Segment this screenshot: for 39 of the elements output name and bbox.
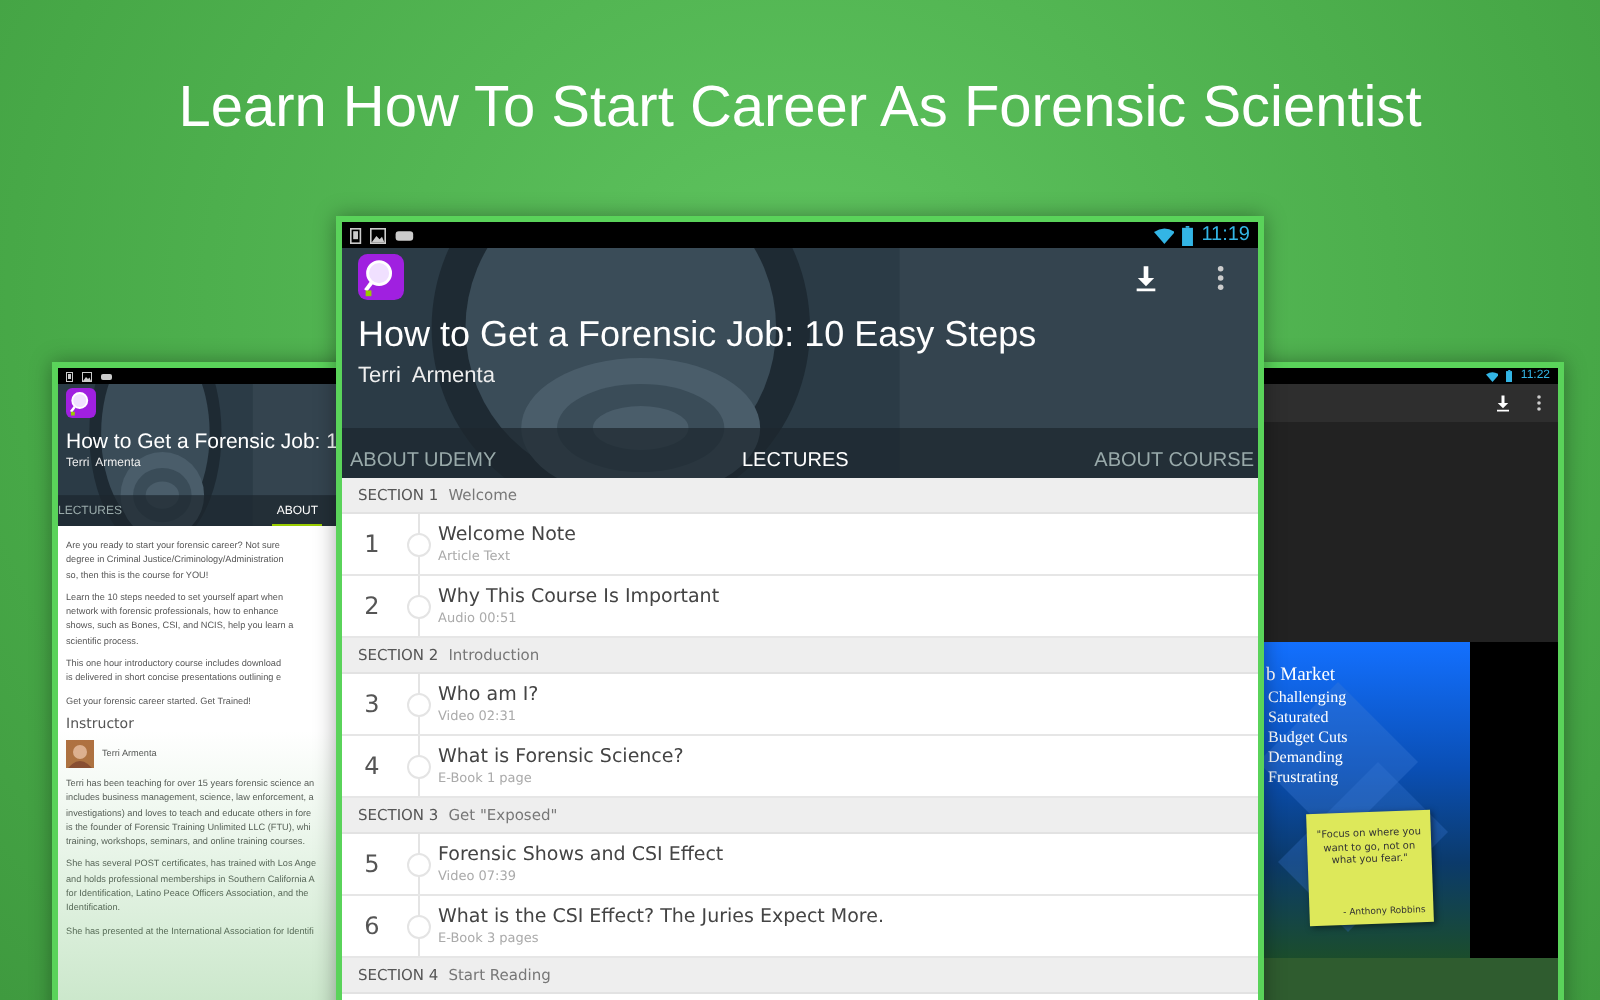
lecture-title: Welcome Note xyxy=(438,524,576,546)
slide-bullet: Saturated xyxy=(1268,708,1331,726)
timeline-node-icon xyxy=(406,754,432,780)
phone-icon xyxy=(350,227,362,243)
lecture-title: What is the CSI Effect? The Juries Expect More. xyxy=(438,906,884,928)
lecture-number: 3 xyxy=(362,690,382,718)
slide-bullet: Frustrating xyxy=(1268,768,1341,786)
lecture-title: What is Forensic Science? xyxy=(438,746,684,768)
slide-heading: b Market xyxy=(1266,666,1338,686)
status-time: 11:19 xyxy=(1201,224,1250,246)
timeline-node-icon xyxy=(406,852,432,878)
phone-icon xyxy=(66,371,73,381)
timeline-node-icon xyxy=(406,532,432,558)
app-icon xyxy=(66,388,96,418)
lecture-number: 2 xyxy=(362,592,382,620)
more-icon[interactable] xyxy=(1536,394,1542,412)
slide-bullet: Budget Cuts xyxy=(1268,728,1350,746)
timeline-node-icon xyxy=(406,692,432,718)
image-icon xyxy=(369,227,386,243)
lecture-title: Forensic Shows and CSI Effect xyxy=(438,844,724,866)
timeline-node-icon xyxy=(406,594,432,620)
wifi-icon xyxy=(1153,227,1175,243)
headline: Learn How To Start Career As Forensic Scientist xyxy=(176,76,1424,142)
lecture-number: 1 xyxy=(362,530,382,558)
lecture-title: Who am I? xyxy=(438,684,539,706)
image-icon xyxy=(81,371,91,381)
course-title: How to Get a Forensic Job: 1 xyxy=(66,430,340,454)
lecture-number: 4 xyxy=(362,752,382,780)
avatar xyxy=(66,739,94,768)
timeline-node-icon xyxy=(406,914,432,940)
lecture-number: 6 xyxy=(362,912,382,940)
download-icon[interactable] xyxy=(1494,394,1512,412)
slide-bullet: Demanding xyxy=(1268,748,1345,766)
battery-icon xyxy=(1182,225,1194,245)
lecture-number: 5 xyxy=(362,850,382,878)
lecture-title: Why This Course Is Important xyxy=(438,586,720,608)
battery-icon xyxy=(1506,370,1513,382)
slide-bullet: Challenging xyxy=(1268,688,1349,706)
wifi-icon xyxy=(1485,371,1499,381)
